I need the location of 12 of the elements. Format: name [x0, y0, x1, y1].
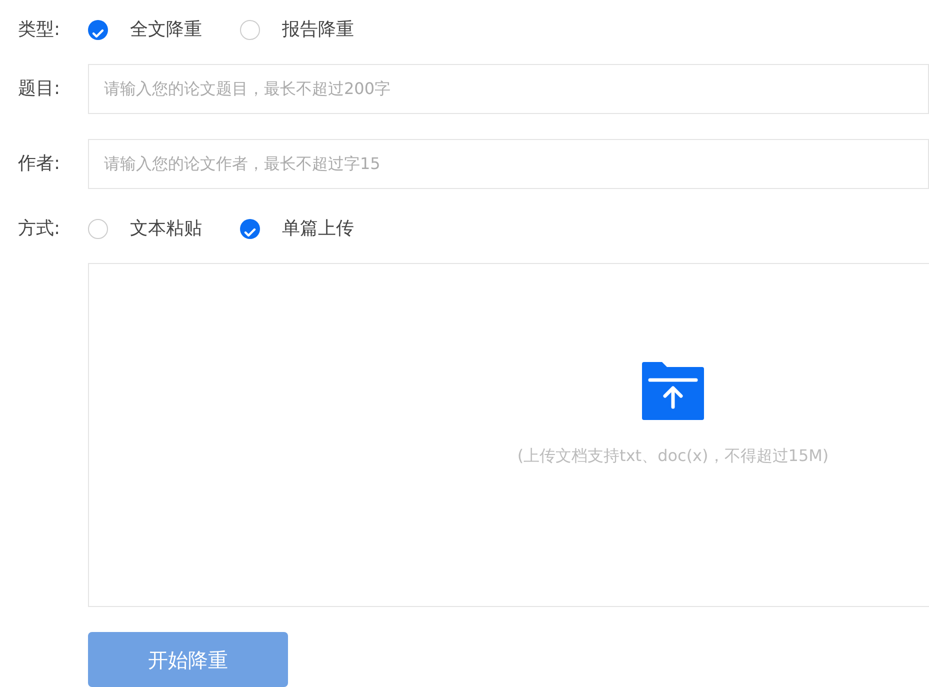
radio-option[interactable]: 全文降重	[88, 16, 202, 44]
radio-option[interactable]: 文本粘贴	[88, 215, 202, 242]
field-label: 类型:	[18, 18, 62, 42]
radio-option[interactable]: 报告降重	[240, 16, 354, 44]
field-label: 题目:	[18, 77, 62, 102]
radio-option[interactable]: 单篇上传	[240, 215, 354, 242]
input-field[interactable]: 请输入您的论文题目，最长不超过200字	[88, 64, 929, 114]
field-label: 方式:	[18, 217, 62, 242]
field-label: 作者:	[18, 152, 62, 176]
folder-upload-icon	[642, 362, 704, 420]
input-field[interactable]: 请输入您的论文作者，最长不超过字15	[88, 138, 929, 189]
upload-hint: (上传文档支持txt、doc(x)，不得超过15M)	[517, 445, 829, 468]
